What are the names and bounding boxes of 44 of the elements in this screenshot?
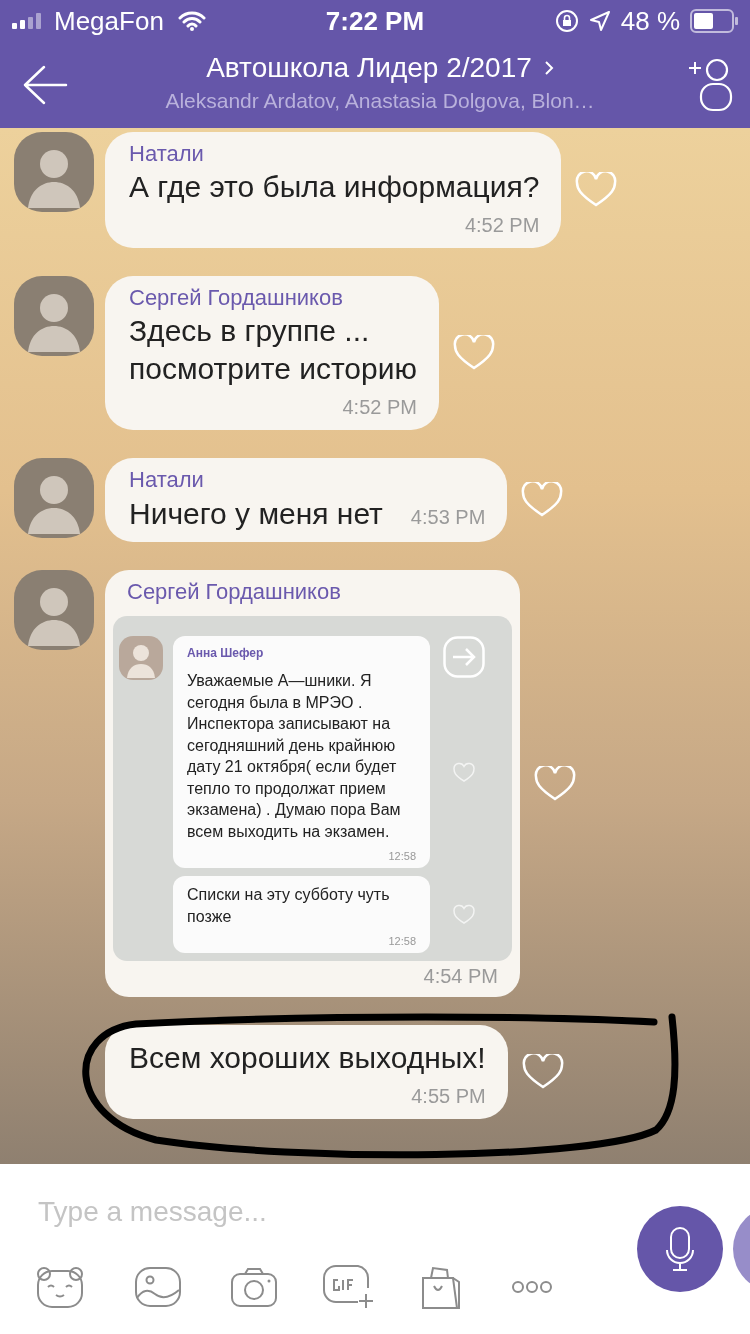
gallery-button[interactable] bbox=[134, 1266, 182, 1308]
add-person-icon bbox=[687, 56, 733, 114]
message-text: Уважаемые А—шники. Я сегодня была в МРЭО . Инспектора записывают на сегодняшний день крайнюю дату 21 октября( если будет тепло то продолжат прием экзамена) . Думаю пора Вам всем выходить на экзамен. bbox=[187, 671, 402, 842]
message-text: Всем хороших выходных! bbox=[129, 1040, 486, 1076]
status-time: 7:22 PM bbox=[325, 4, 425, 38]
sender-name: Натали bbox=[129, 466, 205, 494]
gif-button[interactable] bbox=[322, 1264, 374, 1310]
sticker-button[interactable] bbox=[36, 1265, 84, 1309]
message-time: 12:58 bbox=[387, 849, 416, 864]
message-time: 4:54 PM bbox=[422, 964, 499, 989]
back-arrow-icon bbox=[22, 65, 68, 105]
microphone-icon bbox=[664, 1226, 696, 1272]
heart-icon bbox=[452, 762, 476, 784]
message-time: 4:52 PM bbox=[341, 395, 417, 420]
like-button[interactable] bbox=[521, 482, 564, 518]
shopping-bag-button[interactable] bbox=[421, 1264, 461, 1310]
battery-percent: 48 % bbox=[620, 4, 680, 38]
message-time: 12:58 bbox=[387, 934, 416, 949]
like-button[interactable] bbox=[534, 765, 576, 802]
message-text: А где это была информация? bbox=[129, 169, 540, 205]
chat-participants: Aleksandr Ardatov, Anastasia Dolgova, Blon… bbox=[165, 88, 595, 114]
more-options-button[interactable] bbox=[511, 1280, 553, 1294]
message-text: Списки на эту субботу чуть позже bbox=[187, 885, 391, 927]
location-arrow-icon bbox=[588, 10, 611, 32]
sender-name: Анна Шефер bbox=[187, 645, 265, 662]
rotation-lock-icon bbox=[554, 9, 579, 33]
message-time: 4:52 PM bbox=[463, 213, 540, 238]
chat-title: Автошкола Лидер 2/2017 bbox=[206, 51, 532, 85]
message-input[interactable]: Type a message... bbox=[38, 1192, 598, 1232]
carrier-name: MegaFon bbox=[54, 4, 164, 38]
message-text: Здесь в группе ... посмотрите историю bbox=[129, 313, 417, 387]
message-time: 4:53 PM bbox=[410, 505, 486, 530]
chevron-right-icon bbox=[543, 60, 554, 76]
sender-name: Натали bbox=[129, 140, 205, 168]
like-button[interactable] bbox=[521, 1054, 564, 1090]
sender-name: Сергей Гордашников bbox=[129, 284, 344, 312]
battery-icon bbox=[690, 9, 738, 33]
avatar-silhouette bbox=[119, 636, 163, 680]
message-text: Ничего у меня нет bbox=[129, 496, 383, 532]
wifi-icon bbox=[177, 11, 206, 31]
heart-icon bbox=[452, 903, 476, 926]
message-time: 4:55 PM bbox=[410, 1084, 486, 1109]
sender-name: Сергей Гордашников bbox=[126, 578, 342, 606]
camera-button[interactable] bbox=[230, 1266, 278, 1308]
